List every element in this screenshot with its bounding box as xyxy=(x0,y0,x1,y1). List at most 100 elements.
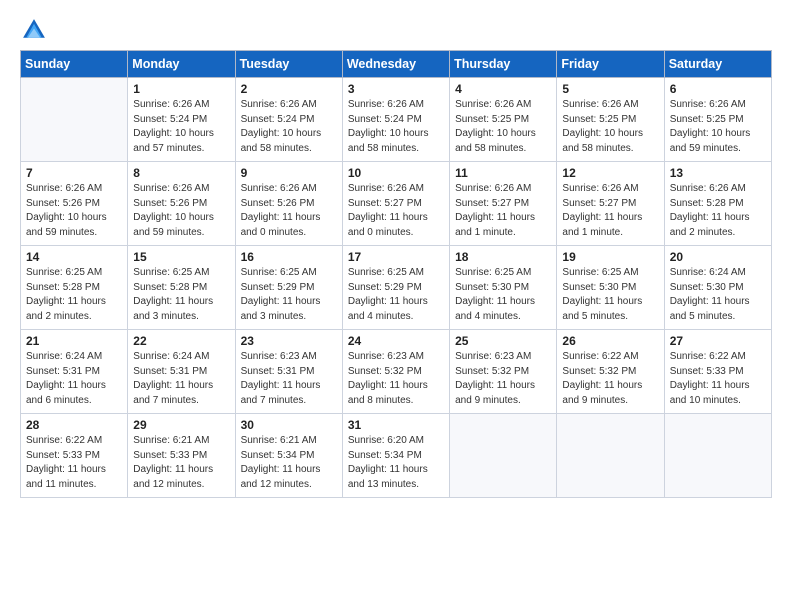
calendar-cell: 3Sunrise: 6:26 AM Sunset: 5:24 PM Daylig… xyxy=(342,78,449,162)
day-number: 31 xyxy=(348,418,444,432)
calendar-cell: 29 Sunrise: 6:21 AM Sunset: 5:33 PM Dayli… xyxy=(128,414,235,498)
calendar-cell: 30Sunrise: 6:21 AM Sunset: 5:34 PM Dayli… xyxy=(235,414,342,498)
calendar-cell xyxy=(21,78,128,162)
day-info: Sunrise: 6:25 AM Sunset: 5:28 PM Dayligh… xyxy=(26,266,122,324)
calendar-cell: 19 Sunrise: 6:25 AM Sunset: 5:30 PM Dayli… xyxy=(557,246,664,330)
col-header-monday: Monday xyxy=(128,51,235,78)
calendar-week-row: 28 Sunrise: 6:22 AM Sunset: 5:33 PM Dayli… xyxy=(21,414,772,498)
col-header-sunday: Sunday xyxy=(21,51,128,78)
col-header-saturday: Saturday xyxy=(664,51,771,78)
day-info: Sunrise: 6:25 AM Sunset: 5:29 PM Dayligh… xyxy=(241,266,337,324)
calendar-cell: 7Sunrise: 6:26 AM Sunset: 5:26 PM Daylig… xyxy=(21,162,128,246)
day-info: Sunrise: 6:26 AM Sunset: 5:27 PM Dayligh… xyxy=(562,182,658,240)
day-number: 27 xyxy=(670,334,766,348)
calendar-cell: 27 Sunrise: 6:22 AM Sunset: 5:33 PM Dayli… xyxy=(664,330,771,414)
day-info: Sunrise: 6:26 AM Sunset: 5:27 PM Dayligh… xyxy=(455,182,551,240)
logo xyxy=(20,16,51,44)
calendar-cell: 4Sunrise: 6:26 AM Sunset: 5:25 PM Daylig… xyxy=(450,78,557,162)
day-number: 21 xyxy=(26,334,122,348)
calendar-cell: 5 Sunrise: 6:26 AM Sunset: 5:25 PM Daylig… xyxy=(557,78,664,162)
calendar-week-row: 1 Sunrise: 6:26 AM Sunset: 5:24 PM Daylig… xyxy=(21,78,772,162)
day-number: 9 xyxy=(241,166,337,180)
day-number: 12 xyxy=(562,166,658,180)
col-header-friday: Friday xyxy=(557,51,664,78)
day-info: Sunrise: 6:26 AM Sunset: 5:28 PM Dayligh… xyxy=(670,182,766,240)
calendar-cell: 28 Sunrise: 6:22 AM Sunset: 5:33 PM Dayli… xyxy=(21,414,128,498)
col-header-thursday: Thursday xyxy=(450,51,557,78)
calendar-cell: 24 Sunrise: 6:23 AM Sunset: 5:32 PM Dayli… xyxy=(342,330,449,414)
day-number: 22 xyxy=(133,334,229,348)
day-info: Sunrise: 6:26 AM Sunset: 5:26 PM Dayligh… xyxy=(133,182,229,240)
calendar-header-row: SundayMondayTuesdayWednesdayThursdayFrid… xyxy=(21,51,772,78)
calendar-cell: 13Sunrise: 6:26 AM Sunset: 5:28 PM Dayli… xyxy=(664,162,771,246)
col-header-wednesday: Wednesday xyxy=(342,51,449,78)
logo-icon xyxy=(20,16,48,44)
day-number: 24 xyxy=(348,334,444,348)
day-info: Sunrise: 6:26 AM Sunset: 5:25 PM Dayligh… xyxy=(455,98,551,156)
day-info: Sunrise: 6:26 AM Sunset: 5:24 PM Dayligh… xyxy=(133,98,229,156)
day-number: 5 xyxy=(562,82,658,96)
calendar-cell: 10 Sunrise: 6:26 AM Sunset: 5:27 PM Dayli… xyxy=(342,162,449,246)
calendar-cell: 20 Sunrise: 6:24 AM Sunset: 5:30 PM Dayli… xyxy=(664,246,771,330)
calendar-cell: 23 Sunrise: 6:23 AM Sunset: 5:31 PM Dayli… xyxy=(235,330,342,414)
day-number: 14 xyxy=(26,250,122,264)
day-number: 28 xyxy=(26,418,122,432)
day-number: 25 xyxy=(455,334,551,348)
calendar-cell: 1 Sunrise: 6:26 AM Sunset: 5:24 PM Daylig… xyxy=(128,78,235,162)
day-info: Sunrise: 6:24 AM Sunset: 5:31 PM Dayligh… xyxy=(26,350,122,408)
day-info: Sunrise: 6:23 AM Sunset: 5:32 PM Dayligh… xyxy=(455,350,551,408)
day-info: Sunrise: 6:26 AM Sunset: 5:26 PM Dayligh… xyxy=(26,182,122,240)
calendar: SundayMondayTuesdayWednesdayThursdayFrid… xyxy=(20,50,772,498)
day-number: 2 xyxy=(241,82,337,96)
calendar-cell: 17Sunrise: 6:25 AM Sunset: 5:29 PM Dayli… xyxy=(342,246,449,330)
day-number: 6 xyxy=(670,82,766,96)
day-info: Sunrise: 6:26 AM Sunset: 5:24 PM Dayligh… xyxy=(241,98,337,156)
calendar-week-row: 21 Sunrise: 6:24 AM Sunset: 5:31 PM Dayli… xyxy=(21,330,772,414)
day-number: 16 xyxy=(241,250,337,264)
day-number: 23 xyxy=(241,334,337,348)
calendar-cell: 11 Sunrise: 6:26 AM Sunset: 5:27 PM Dayli… xyxy=(450,162,557,246)
day-number: 15 xyxy=(133,250,229,264)
calendar-cell: 18Sunrise: 6:25 AM Sunset: 5:30 PM Dayli… xyxy=(450,246,557,330)
calendar-cell: 25 Sunrise: 6:23 AM Sunset: 5:32 PM Dayli… xyxy=(450,330,557,414)
calendar-cell xyxy=(664,414,771,498)
calendar-cell: 15 Sunrise: 6:25 AM Sunset: 5:28 PM Dayli… xyxy=(128,246,235,330)
day-info: Sunrise: 6:26 AM Sunset: 5:26 PM Dayligh… xyxy=(241,182,337,240)
header xyxy=(20,16,772,44)
col-header-tuesday: Tuesday xyxy=(235,51,342,78)
day-info: Sunrise: 6:24 AM Sunset: 5:30 PM Dayligh… xyxy=(670,266,766,324)
calendar-week-row: 14 Sunrise: 6:25 AM Sunset: 5:28 PM Dayli… xyxy=(21,246,772,330)
day-number: 30 xyxy=(241,418,337,432)
day-info: Sunrise: 6:22 AM Sunset: 5:33 PM Dayligh… xyxy=(26,434,122,492)
day-info: Sunrise: 6:23 AM Sunset: 5:32 PM Dayligh… xyxy=(348,350,444,408)
calendar-cell xyxy=(557,414,664,498)
calendar-cell: 12 Sunrise: 6:26 AM Sunset: 5:27 PM Dayli… xyxy=(557,162,664,246)
calendar-cell: 22 Sunrise: 6:24 AM Sunset: 5:31 PM Dayli… xyxy=(128,330,235,414)
day-number: 17 xyxy=(348,250,444,264)
day-number: 1 xyxy=(133,82,229,96)
calendar-cell xyxy=(450,414,557,498)
day-info: Sunrise: 6:20 AM Sunset: 5:34 PM Dayligh… xyxy=(348,434,444,492)
calendar-week-row: 7Sunrise: 6:26 AM Sunset: 5:26 PM Daylig… xyxy=(21,162,772,246)
page: SundayMondayTuesdayWednesdayThursdayFrid… xyxy=(0,0,792,612)
day-info: Sunrise: 6:21 AM Sunset: 5:33 PM Dayligh… xyxy=(133,434,229,492)
day-number: 19 xyxy=(562,250,658,264)
calendar-cell: 9 Sunrise: 6:26 AM Sunset: 5:26 PM Daylig… xyxy=(235,162,342,246)
day-info: Sunrise: 6:24 AM Sunset: 5:31 PM Dayligh… xyxy=(133,350,229,408)
day-number: 20 xyxy=(670,250,766,264)
day-info: Sunrise: 6:26 AM Sunset: 5:27 PM Dayligh… xyxy=(348,182,444,240)
day-info: Sunrise: 6:22 AM Sunset: 5:33 PM Dayligh… xyxy=(670,350,766,408)
day-number: 11 xyxy=(455,166,551,180)
calendar-cell: 31 Sunrise: 6:20 AM Sunset: 5:34 PM Dayli… xyxy=(342,414,449,498)
day-info: Sunrise: 6:23 AM Sunset: 5:31 PM Dayligh… xyxy=(241,350,337,408)
day-number: 18 xyxy=(455,250,551,264)
day-info: Sunrise: 6:26 AM Sunset: 5:25 PM Dayligh… xyxy=(670,98,766,156)
day-number: 26 xyxy=(562,334,658,348)
day-info: Sunrise: 6:25 AM Sunset: 5:28 PM Dayligh… xyxy=(133,266,229,324)
day-number: 29 xyxy=(133,418,229,432)
day-number: 10 xyxy=(348,166,444,180)
calendar-cell: 16 Sunrise: 6:25 AM Sunset: 5:29 PM Dayli… xyxy=(235,246,342,330)
day-info: Sunrise: 6:25 AM Sunset: 5:30 PM Dayligh… xyxy=(562,266,658,324)
calendar-cell: 14 Sunrise: 6:25 AM Sunset: 5:28 PM Dayli… xyxy=(21,246,128,330)
day-info: Sunrise: 6:26 AM Sunset: 5:25 PM Dayligh… xyxy=(562,98,658,156)
